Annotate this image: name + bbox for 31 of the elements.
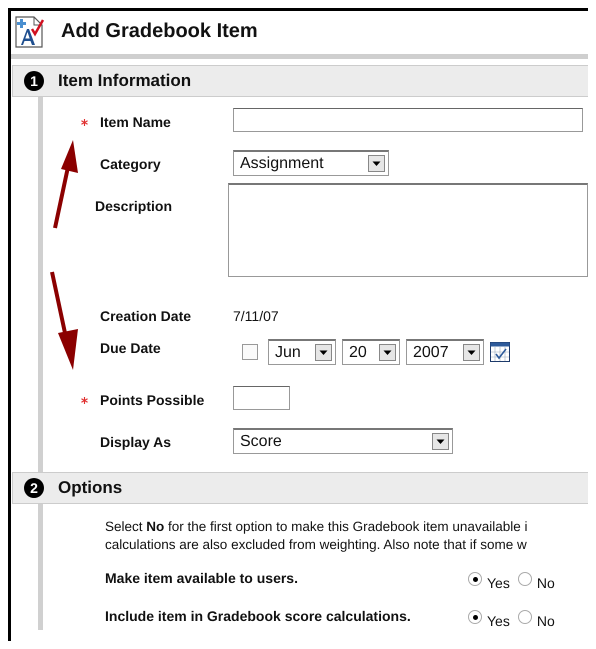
- document-icon: [14, 14, 46, 48]
- calendar-icon[interactable]: [490, 342, 510, 362]
- select-field[interactable]: 2007: [406, 339, 484, 365]
- field-label: Points Possible: [100, 391, 206, 408]
- step-number: 1: [24, 71, 44, 91]
- option-label: Include item in Gradebook score calculations.: [105, 607, 412, 624]
- field-label: Description: [95, 197, 174, 214]
- select-field[interactable]: Assignment: [233, 150, 389, 176]
- section-title: Options: [58, 478, 122, 498]
- field-label: Item Name: [100, 113, 172, 130]
- step-number: 2: [24, 478, 44, 498]
- select-field[interactable]: 20: [342, 339, 400, 365]
- select-field[interactable]: Jun: [268, 339, 336, 365]
- radio-button[interactable]: Yes: [468, 610, 510, 629]
- options-description: Select No for the first option to make this Gradebook item unavailable i calculations are also excluded from weighting. Also note that if some w: [105, 518, 528, 554]
- item-name-field[interactable]: [233, 108, 583, 132]
- page-title: Add Gradebook Item: [61, 20, 258, 43]
- points-field[interactable]: [233, 386, 290, 410]
- field-value: 7/11/07: [233, 307, 279, 324]
- radio-button[interactable]: No: [518, 610, 555, 629]
- field-label: Creation Date: [100, 307, 192, 324]
- select-field[interactable]: Score: [233, 428, 453, 454]
- field-label: Category: [100, 155, 162, 172]
- radio-button[interactable]: No: [518, 572, 555, 591]
- description-field[interactable]: [228, 183, 588, 277]
- radio-button[interactable]: Yes: [468, 572, 510, 591]
- field-label: Due Date: [100, 339, 162, 356]
- field-label: Display As: [100, 433, 172, 450]
- checkbox[interactable]: [242, 344, 258, 360]
- section-title: Item Information: [58, 71, 192, 91]
- option-label: Make item available to users.: [105, 569, 299, 586]
